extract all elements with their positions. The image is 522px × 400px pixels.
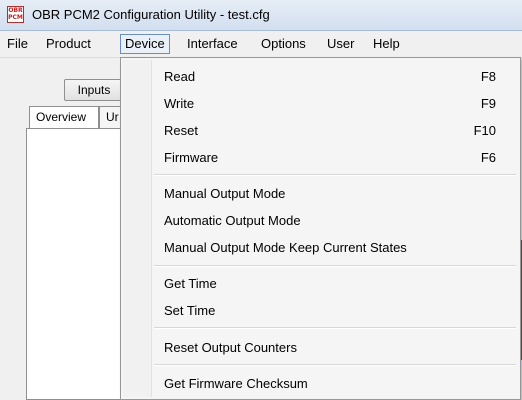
menu-interface[interactable]: Interface (183, 35, 242, 53)
inputs-button[interactable]: Inputs (64, 79, 124, 101)
menu-item-shortcut: F8 (480, 69, 496, 84)
menu-bar: File Product Device Interface Options Us… (0, 31, 522, 58)
menu-item-label: Reset Output Counters (164, 340, 297, 355)
menu-item-label: Read (164, 69, 196, 84)
menu-separator (154, 364, 516, 366)
window-title: OBR PCM2 Configuration Utility - test.cf… (32, 7, 270, 22)
menu-item-manual-output-mode[interactable]: Manual Output Mode (123, 181, 518, 206)
menu-file[interactable]: File (3, 35, 32, 53)
menu-item-label: Firmware (164, 150, 219, 165)
menu-item-shortcut: F6 (480, 150, 496, 165)
menu-item-label: Manual Output Mode (164, 186, 286, 201)
tab-panel (26, 128, 126, 400)
menu-separator (154, 174, 516, 176)
menu-item-get-firmware-checksum[interactable]: Get Firmware Checksum (123, 371, 518, 396)
menu-item-set-time[interactable]: Set Time (123, 298, 518, 323)
menu-item-shortcut: F10 (473, 123, 496, 138)
menu-item-reset[interactable]: Reset F10 (123, 118, 518, 143)
app-logo-icon: OBR PCM (7, 6, 24, 23)
menu-item-label: Automatic Output Mode (164, 213, 301, 228)
tab-overview[interactable]: Overview (29, 106, 99, 128)
menu-item-write[interactable]: Write F9 (123, 91, 518, 116)
menu-item-label: Write (164, 96, 195, 111)
menu-item-automatic-output-mode[interactable]: Automatic Output Mode (123, 208, 518, 233)
menu-item-get-time[interactable]: Get Time (123, 271, 518, 296)
menu-item-shortcut: F9 (480, 96, 496, 111)
menu-item-firmware[interactable]: Firmware F6 (123, 145, 518, 170)
title-bar: OBR PCM OBR PCM2 Configuration Utility -… (0, 0, 522, 31)
menu-item-manual-output-mode-keep-states[interactable]: Manual Output Mode Keep Current States (123, 235, 518, 260)
menu-options[interactable]: Options (257, 35, 310, 53)
menu-item-read[interactable]: Read F8 (123, 64, 518, 89)
menu-user[interactable]: User (323, 35, 358, 53)
menu-item-label: Get Firmware Checksum (164, 376, 308, 391)
menu-separator (154, 265, 516, 267)
menu-separator (154, 327, 516, 329)
menu-item-label: Manual Output Mode Keep Current States (164, 240, 407, 255)
menu-help[interactable]: Help (369, 35, 404, 53)
menu-item-reset-output-counters[interactable]: Reset Output Counters (123, 335, 518, 360)
menu-device[interactable]: Device (120, 34, 170, 54)
menu-item-label: Set Time (164, 303, 216, 318)
menu-product[interactable]: Product (42, 35, 95, 53)
device-dropdown-menu: Read F8 Write F9 Reset F10 Firmware F6 M… (120, 57, 521, 400)
menu-item-label: Get Time (164, 276, 217, 291)
menu-item-label: Reset (164, 123, 198, 138)
